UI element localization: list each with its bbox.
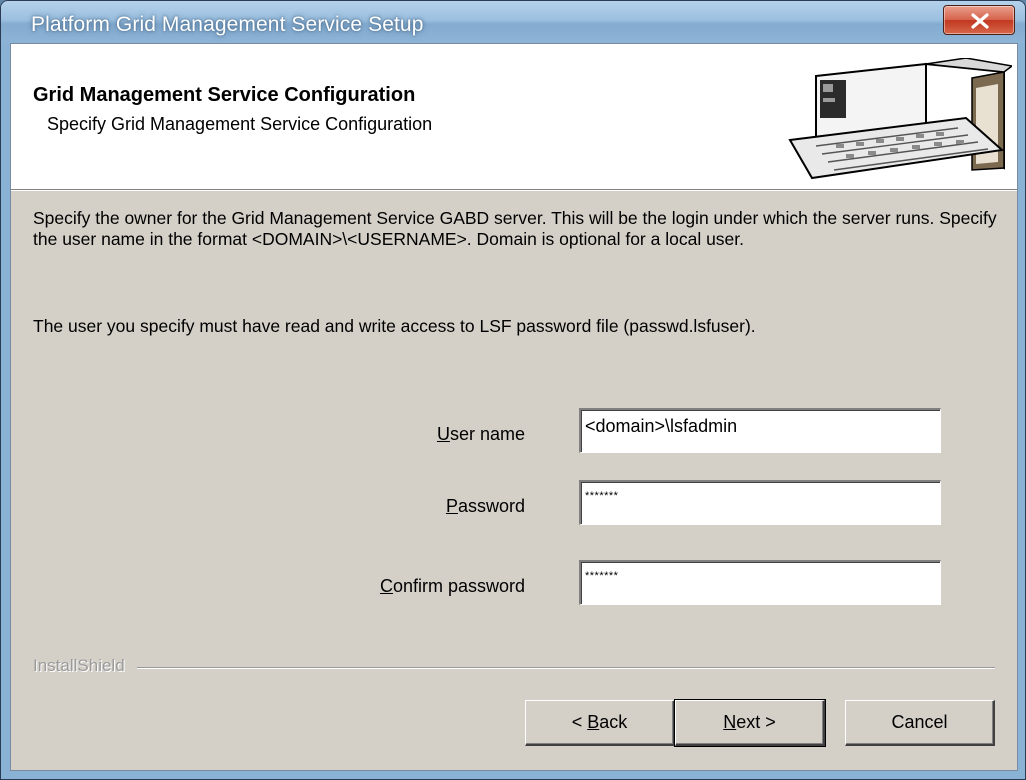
header-panel: Grid Management Service Configuration Sp…: [11, 44, 1017, 189]
back-button[interactable]: < Back: [525, 700, 675, 746]
password-label: Password: [225, 496, 525, 517]
next-button-text: ext >: [736, 712, 776, 732]
dialog-client-area: Grid Management Service Configuration Sp…: [10, 43, 1018, 771]
installshield-brand-row: InstallShield: [33, 656, 1013, 680]
username-label-text: ser name: [449, 424, 525, 444]
confirm-password-label: Confirm password: [225, 576, 525, 597]
confirm-password-field[interactable]: *******: [579, 560, 941, 605]
instructions-text: Specify the owner for the Grid Managemen…: [33, 208, 997, 249]
setup-window: Platform Grid Management Service Setup G…: [0, 0, 1026, 780]
page-title: Grid Management Service Configuration: [33, 84, 416, 106]
title-bar[interactable]: Platform Grid Management Service Setup: [1, 1, 1025, 43]
confirm-password-label-text: onfirm password: [392, 576, 525, 596]
username-label: User name: [225, 424, 525, 445]
requirements-text: The user you specify must have read and …: [33, 316, 756, 336]
username-label-hotkey: U: [436, 424, 450, 444]
window-title: Platform Grid Management Service Setup: [31, 13, 424, 36]
computer-keyboard-icon: [788, 58, 1012, 180]
next-button-hotkey: N: [723, 712, 737, 732]
page-subtitle: Specify Grid Management Service Configur…: [47, 114, 433, 134]
cancel-button[interactable]: Cancel: [845, 700, 995, 746]
back-button-hotkey: B: [587, 712, 600, 732]
brand-divider-highlight: [33, 668, 995, 669]
confirm-password-label-hotkey: C: [379, 576, 393, 596]
installshield-brand: InstallShield: [33, 656, 137, 676]
close-icon: [971, 13, 989, 29]
password-field[interactable]: *******: [579, 480, 941, 525]
back-button-prefix: <: [571, 712, 588, 732]
back-button-text: ack: [599, 712, 628, 732]
username-field[interactable]: <domain>\lsfadmin: [579, 408, 941, 453]
password-label-hotkey: P: [445, 496, 458, 516]
next-button[interactable]: Next >: [674, 699, 826, 747]
password-label-text: assword: [457, 496, 525, 516]
header-divider-highlight: [11, 190, 1017, 191]
close-button[interactable]: [943, 5, 1015, 35]
